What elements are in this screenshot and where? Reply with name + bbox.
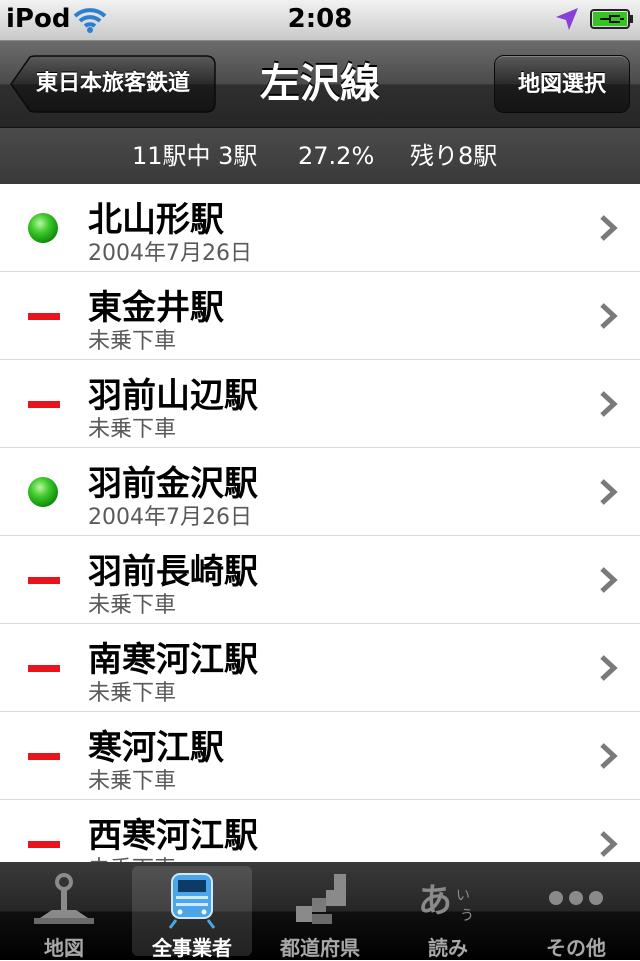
station-detail: 未乗下車 (88, 851, 176, 862)
navigation-bar: 左沢線 東日本旅客鉄道 地図選択 (0, 41, 640, 128)
station-name: 西寒河江駅 (88, 816, 258, 856)
visited-indicator-icon (28, 213, 58, 243)
tab-all-operators[interactable]: 全事業者 (132, 866, 252, 960)
remaining-count: 残り8駅 (410, 142, 498, 170)
unvisited-indicator-icon (28, 753, 60, 760)
tab-all-operators-label: 全事業者 (152, 936, 232, 960)
chevron-right-icon (600, 479, 618, 505)
station-detail: 2004年7月26日 (88, 241, 252, 266)
station-detail: 未乗下車 (88, 681, 177, 706)
visited-indicator-icon (28, 477, 58, 507)
station-name: 南寒河江駅 (88, 640, 258, 680)
chevron-right-icon (600, 215, 618, 241)
back-button-label: 東日本旅客鉄道 (36, 71, 191, 96)
clock: 2:08 (287, 4, 353, 34)
station-name: 北山形駅 (88, 200, 224, 240)
unvisited-indicator-icon (28, 577, 60, 584)
unvisited-indicator-icon (28, 841, 60, 848)
train-icon (168, 873, 216, 929)
station-row[interactable]: 南寒河江駅 未乗下車 (0, 624, 640, 712)
station-row[interactable]: 羽前金沢駅 2004年7月26日 (0, 448, 640, 536)
station-detail: 未乗下車 (88, 329, 177, 354)
station-row[interactable]: 羽前山辺駅 未乗下車 (0, 360, 640, 448)
unvisited-indicator-icon (28, 665, 60, 672)
chevron-right-icon (600, 303, 618, 329)
unvisited-indicator-icon (28, 313, 60, 320)
station-list[interactable]: 北山形駅 2004年7月26日 東金井駅 未乗下車 羽前山辺駅 未乗下車 羽前金… (0, 184, 640, 862)
progress-summary: 11駅中 3駅 27.2% 残り8駅 (0, 128, 640, 184)
chevron-right-icon (600, 655, 618, 681)
tab-reading[interactable]: あ い う 読み (388, 866, 508, 960)
station-name: 寒河江駅 (88, 728, 224, 768)
station-row[interactable]: 羽前長崎駅 未乗下車 (0, 536, 640, 624)
station-name: 羽前山辺駅 (88, 376, 258, 416)
station-detail: 未乗下車 (88, 593, 177, 618)
tab-more[interactable]: その他 (516, 866, 636, 960)
more-dots-icon (549, 891, 603, 905)
station-row[interactable]: 寒河江駅 未乗下車 (0, 712, 640, 800)
station-name: 羽前長崎駅 (88, 552, 258, 592)
tab-bar: 地図 全事業者 都道府県 あ い う 読み その他 (0, 862, 640, 960)
tab-map-label: 地図 (44, 936, 84, 960)
tab-more-label: その他 (546, 936, 606, 960)
station-name: 羽前金沢駅 (88, 464, 258, 504)
chevron-right-icon (600, 391, 618, 417)
svg-text:あ: あ (418, 881, 452, 921)
tab-map[interactable]: 地図 (4, 866, 124, 960)
station-row[interactable]: 東金井駅 未乗下車 (0, 272, 640, 360)
visited-percent: 27.2% (298, 142, 375, 170)
station-row[interactable]: 北山形駅 2004年7月26日 (0, 184, 640, 272)
battery-charging-icon (590, 9, 633, 29)
station-name: 東金井駅 (88, 288, 224, 328)
station-detail: 未乗下車 (88, 417, 177, 442)
station-row[interactable]: 西寒河江駅 未乗下車 (0, 800, 640, 862)
kana-icon: あ い う (418, 881, 474, 924)
tab-prefectures-label: 都道府県 (280, 936, 360, 960)
map-select-button[interactable]: 地図選択 (494, 55, 630, 113)
chevron-right-icon (600, 567, 618, 593)
station-detail: 未乗下車 (88, 769, 177, 794)
chevron-right-icon (600, 743, 618, 769)
unvisited-indicator-icon (28, 401, 60, 408)
joystick-icon (34, 873, 94, 924)
svg-text:い: い (456, 888, 470, 904)
station-detail: 2004年7月26日 (88, 505, 252, 530)
visited-count: 11駅中 3駅 (132, 142, 258, 170)
status-bar: iPod 2:08 (0, 0, 640, 41)
tab-prefectures[interactable]: 都道府県 (260, 866, 380, 960)
chevron-right-icon (600, 831, 618, 857)
location-arrow-icon (556, 8, 578, 30)
back-button[interactable]: 東日本旅客鉄道 (10, 55, 216, 113)
svg-text:う: う (460, 908, 474, 924)
tab-reading-label: 読み (428, 936, 468, 960)
blocks-icon (296, 874, 346, 924)
